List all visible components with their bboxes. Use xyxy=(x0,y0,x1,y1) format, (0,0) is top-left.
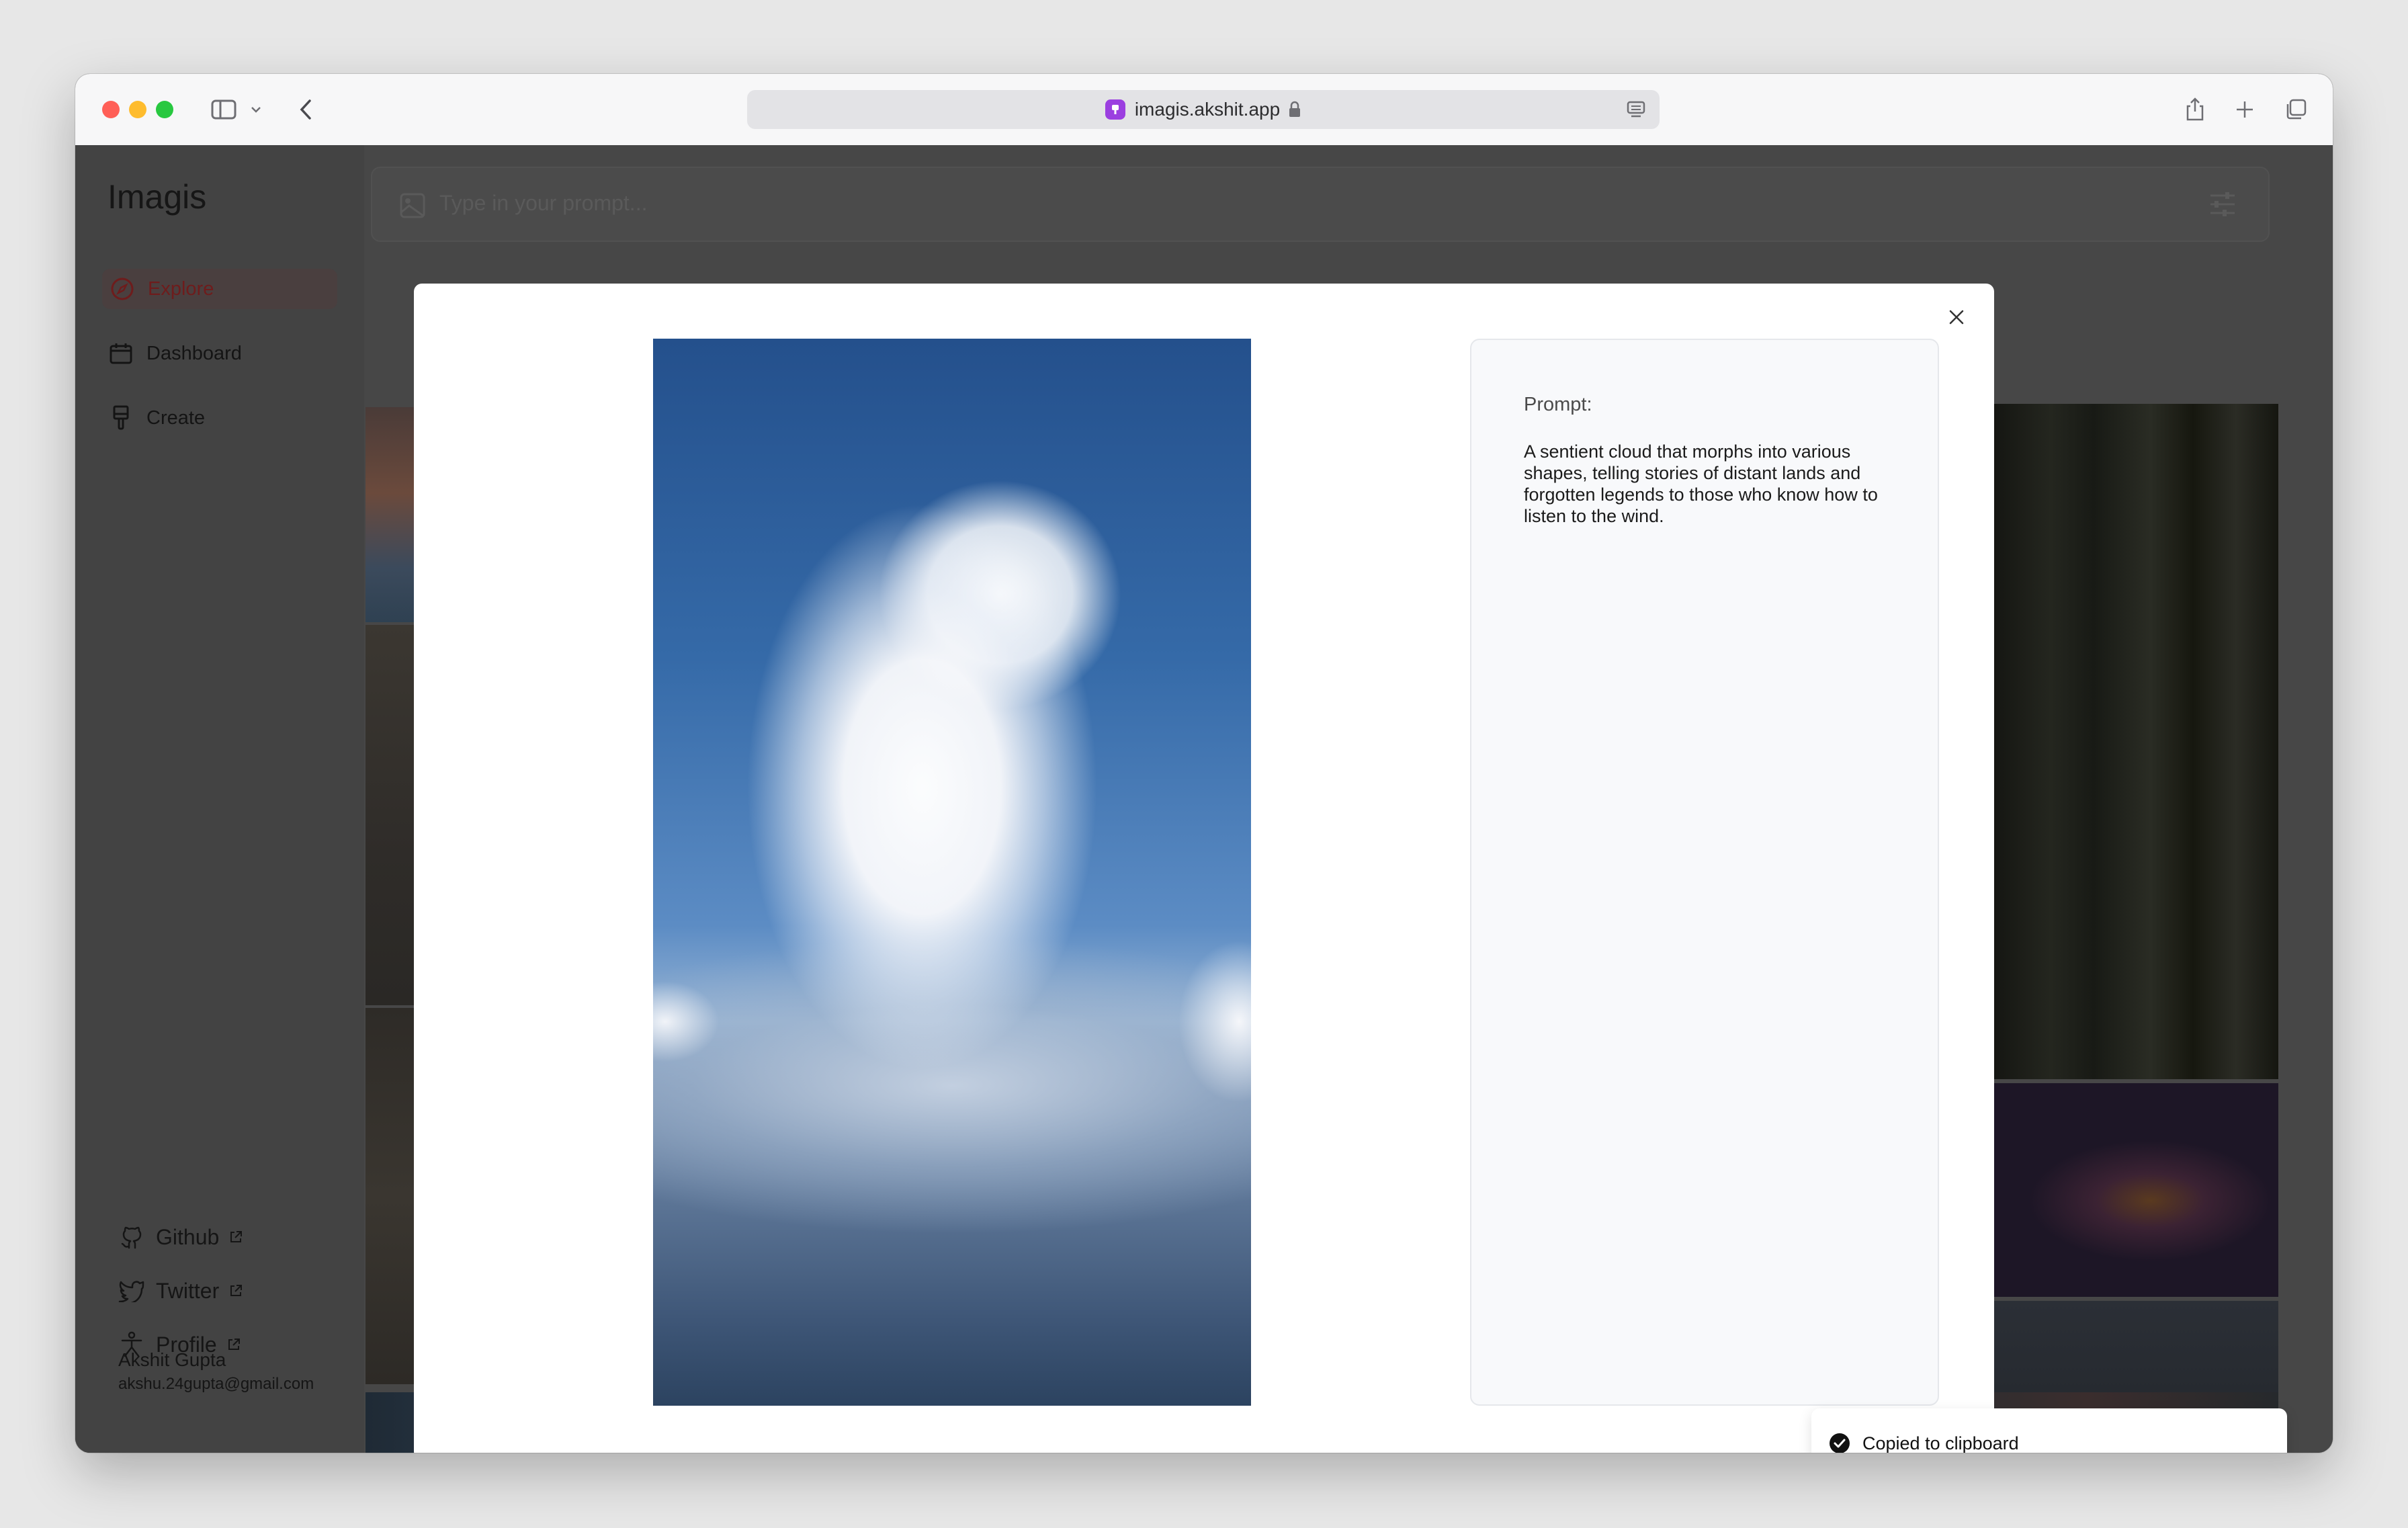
browser-window: imagis.akshit.app Imagis Explore Dashboa… xyxy=(75,74,2333,1453)
lock-icon xyxy=(1288,101,1301,118)
reader-icon[interactable] xyxy=(1626,99,1646,124)
user-email: akshu.24gupta@gmail.com xyxy=(118,1375,314,1393)
compass-icon xyxy=(109,275,136,302)
back-icon[interactable] xyxy=(289,93,322,126)
check-circle-icon xyxy=(1829,1433,1850,1453)
twitter-icon xyxy=(118,1277,145,1304)
external-link-icon xyxy=(228,1230,243,1244)
app-content: Imagis Explore Dashboard Create Github T… xyxy=(75,145,2333,1453)
gallery-image[interactable] xyxy=(1994,404,2278,1079)
user-name: Akshit Gupta xyxy=(118,1349,226,1370)
prompt-label: Prompt: xyxy=(1524,394,1592,415)
github-icon xyxy=(118,1224,145,1250)
toast-message: Copied to clipboard xyxy=(1862,1433,2019,1453)
gallery-image[interactable] xyxy=(366,407,414,622)
sliders-icon[interactable] xyxy=(2208,189,2237,222)
browser-toolbar: imagis.akshit.app xyxy=(75,74,2333,146)
nav-item-label: Create xyxy=(146,407,206,429)
app-logo[interactable]: Imagis xyxy=(108,177,206,216)
tab-overview-icon[interactable] xyxy=(2279,93,2313,126)
prompt-placeholder: Type in your prompt... xyxy=(439,191,648,215)
prompt-text[interactable]: A sentient cloud that morphs into variou… xyxy=(1524,441,1900,527)
gallery-image[interactable] xyxy=(366,1008,414,1384)
new-tab-icon[interactable] xyxy=(2228,93,2262,126)
sidebar-toggle-icon[interactable] xyxy=(207,93,241,126)
twitter-link[interactable]: Twitter xyxy=(118,1273,243,1309)
prompt-input[interactable]: Type in your prompt... xyxy=(371,167,2270,242)
chevron-down-icon[interactable] xyxy=(246,93,266,126)
url-text: imagis.akshit.app xyxy=(1134,99,1281,120)
share-icon[interactable] xyxy=(2178,93,2212,126)
twitter-link-label: Twitter xyxy=(156,1278,220,1303)
external-link-icon xyxy=(228,1283,243,1298)
nav-item-label: Dashboard xyxy=(146,342,242,364)
github-link[interactable]: Github xyxy=(118,1219,243,1255)
generated-image[interactable] xyxy=(653,339,1251,1406)
maximize-window-button[interactable] xyxy=(156,101,173,118)
brush-icon xyxy=(108,405,134,431)
gallery-image[interactable] xyxy=(366,625,414,1005)
address-bar[interactable]: imagis.akshit.app xyxy=(747,90,1660,129)
minimize-window-button[interactable] xyxy=(129,101,146,118)
nav-item-dashboard[interactable]: Dashboard xyxy=(108,333,242,374)
toast-notification: Copied to clipboard xyxy=(1811,1408,2287,1453)
image-icon xyxy=(399,192,426,222)
gallery-image[interactable] xyxy=(1994,1083,2278,1297)
image-detail-modal: Prompt: A sentient cloud that morphs int… xyxy=(414,284,1994,1453)
close-window-button[interactable] xyxy=(102,101,120,118)
external-link-icon xyxy=(226,1337,241,1352)
calendar-icon xyxy=(108,340,134,367)
site-favicon-icon xyxy=(1105,99,1125,120)
prompt-panel: Prompt: A sentient cloud that morphs int… xyxy=(1470,339,1939,1406)
nav-item-explore[interactable]: Explore xyxy=(102,269,337,309)
sidebar: Imagis Explore Dashboard Create Github T… xyxy=(75,145,364,1453)
close-icon[interactable] xyxy=(1943,304,1970,331)
nav-item-label: Explore xyxy=(148,278,214,300)
nav-item-create[interactable]: Create xyxy=(108,398,205,438)
github-link-label: Github xyxy=(156,1224,220,1249)
